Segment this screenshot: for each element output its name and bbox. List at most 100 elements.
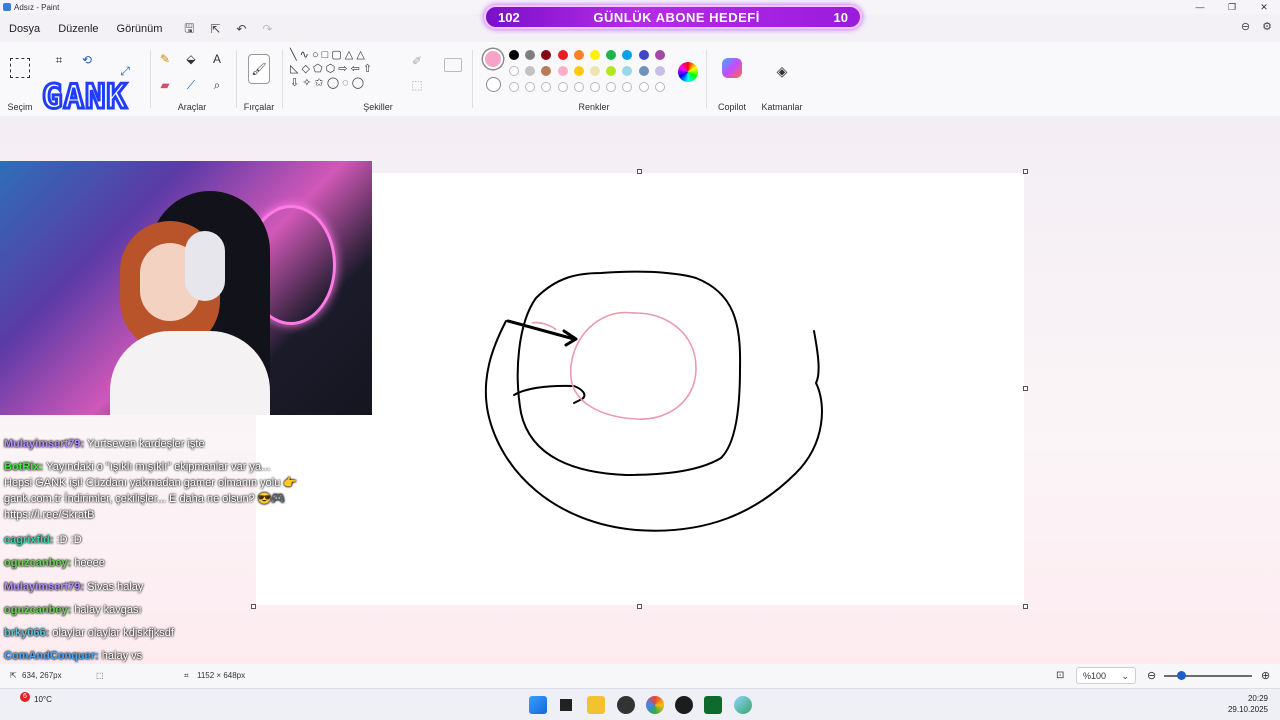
eraser-icon[interactable]: ▰ [156,76,174,94]
chat-username[interactable]: Mulayimsert79 [4,581,80,593]
layers-icon[interactable]: ◈ [773,62,791,80]
rotate-icon[interactable]: ⟲ [78,51,96,69]
secondary-color-swatch[interactable] [486,77,501,92]
gank-logo: GANK [41,77,129,117]
primary-color-swatch[interactable] [483,49,503,69]
color-swatch[interactable] [541,50,552,60]
chat-username[interactable]: oguzcanbey [4,557,68,569]
resize-handle-top[interactable] [637,169,642,174]
chrome-icon[interactable] [646,696,664,714]
selection-icon: ⬚ [96,671,104,680]
resize-handle-top-right[interactable] [1023,169,1028,174]
chat-text: https://l.ree/SkratB [4,509,95,521]
menu-view[interactable]: Görünüm [108,23,172,35]
resize-handle-right[interactable] [1023,386,1028,391]
color-swatch[interactable] [541,82,552,92]
zoom-in-icon[interactable]: ⊕ [1261,669,1270,682]
magnifier-icon[interactable]: ⌕ [208,76,226,94]
color-swatch[interactable] [509,50,519,60]
color-swatch[interactable] [589,66,600,76]
chat-username[interactable]: brky066 [4,627,46,639]
color-swatch[interactable] [654,66,665,76]
fill-shape-icon[interactable]: ⬚ [408,76,426,94]
minimize-icon[interactable]: — [1184,0,1216,14]
chat-username[interactable]: BotRix [4,461,39,473]
color-swatch[interactable] [573,50,584,60]
color-swatch[interactable] [589,82,600,92]
fit-window-icon[interactable]: ⊡ [1056,670,1064,681]
zoom-out-icon[interactable]: ⊖ [1147,669,1156,682]
menu-file[interactable]: Dosya [0,23,49,35]
tools-group: ✎ ⬙ A ▰ ⟋ ⌕ Araçlar [152,42,232,116]
resize-handle-bottom-right[interactable] [1023,604,1028,609]
crop-icon[interactable]: ⌗ [50,51,68,69]
text-icon[interactable]: A [208,50,226,68]
save-icon[interactable]: 🖫 [181,21,197,37]
color-swatch[interactable] [638,66,649,76]
resize-handle-bottom[interactable] [637,604,642,609]
share-icon[interactable]: ⇱ [207,21,223,37]
copilot-label: Copilot [717,102,746,112]
redo-icon[interactable]: ↷ [259,21,275,37]
menu-edit[interactable]: Düzenle [49,23,107,35]
color-swatch[interactable] [622,66,633,76]
color-swatch[interactable] [557,66,568,76]
color-swatch[interactable] [573,66,584,76]
color-swatch[interactable] [638,82,649,92]
brush-icon[interactable]: 🖌 [248,54,270,84]
tools-label: Araçlar [177,102,207,112]
colors-label: Renkler [578,102,610,112]
edit-colors-icon[interactable] [678,62,698,82]
color-swatch[interactable] [509,82,519,92]
copilot-icon[interactable] [722,58,742,78]
github-icon[interactable] [675,696,693,714]
color-swatch[interactable] [622,50,633,60]
task-view-icon[interactable] [557,696,575,714]
color-swatch[interactable] [622,82,633,92]
color-swatch[interactable] [589,50,600,60]
profile-icon[interactable]: ⊖ [1241,20,1250,33]
color-swatch[interactable] [509,66,519,76]
maximize-icon[interactable]: ❐ [1216,0,1248,14]
color-swatch[interactable] [525,66,536,76]
color-picker-icon[interactable]: ⟋ [182,76,200,94]
terminal-icon[interactable] [704,696,722,714]
outline-icon[interactable]: ✐ [408,52,426,70]
start-icon[interactable] [529,696,547,714]
select-icon[interactable] [10,58,30,78]
chat-message: ComAndConquer: halay vs [4,650,143,662]
color-swatch[interactable] [606,50,617,60]
color-swatch[interactable] [606,82,617,92]
canvas-size: 1152 × 648px [197,671,246,680]
color-swatch[interactable] [557,82,568,92]
color-swatch[interactable] [525,82,536,92]
obs-icon[interactable] [617,696,635,714]
chat-username[interactable]: cagrixfld [4,534,50,546]
fill-icon[interactable]: ⬙ [182,50,200,68]
color-swatch[interactable] [606,66,617,76]
headphones [185,231,225,301]
color-swatch[interactable] [654,82,665,92]
close-icon[interactable]: ✕ [1248,0,1280,14]
chat-message: Hepsi GANK işi! Cüzdanı yakmadan gamer o… [4,476,356,490]
zoom-slider-thumb[interactable] [1177,671,1186,680]
settings-icon[interactable]: ⚙ [1262,20,1272,33]
chat-username[interactable]: Mulayimsert79 [4,438,80,450]
color-swatch[interactable] [557,50,568,60]
chat-username[interactable]: oguzcanbey [4,604,68,616]
color-swatch[interactable] [654,50,665,60]
shape-size-icon[interactable] [444,58,462,72]
zoom-select[interactable]: %100 ⌄ [1076,667,1136,684]
color-swatch[interactable] [638,50,649,60]
chat-message: Mulayimsert79: Sivas halay [4,581,144,593]
pencil-icon[interactable]: ✎ [156,50,174,68]
chat-username[interactable]: ComAndConquer [4,650,95,662]
paint-taskbar-icon[interactable] [734,696,752,714]
shapes-gallery[interactable]: ╲ ∿ ○ □ ▢ △ △ ◺ ◇ ⬠ ⬡ ⇨ ⇦ ⇧ ⇩ ✧ ✩ ◯ ◌ ◯ [290,48,394,98]
color-swatch[interactable] [525,50,536,60]
chat-message: brky066: olaylar olaylar kdjskfjksdf [4,627,174,639]
color-swatch[interactable] [541,66,552,76]
file-explorer-icon[interactable] [587,696,605,714]
color-swatch[interactable] [573,82,584,92]
undo-icon[interactable]: ↶ [233,21,249,37]
